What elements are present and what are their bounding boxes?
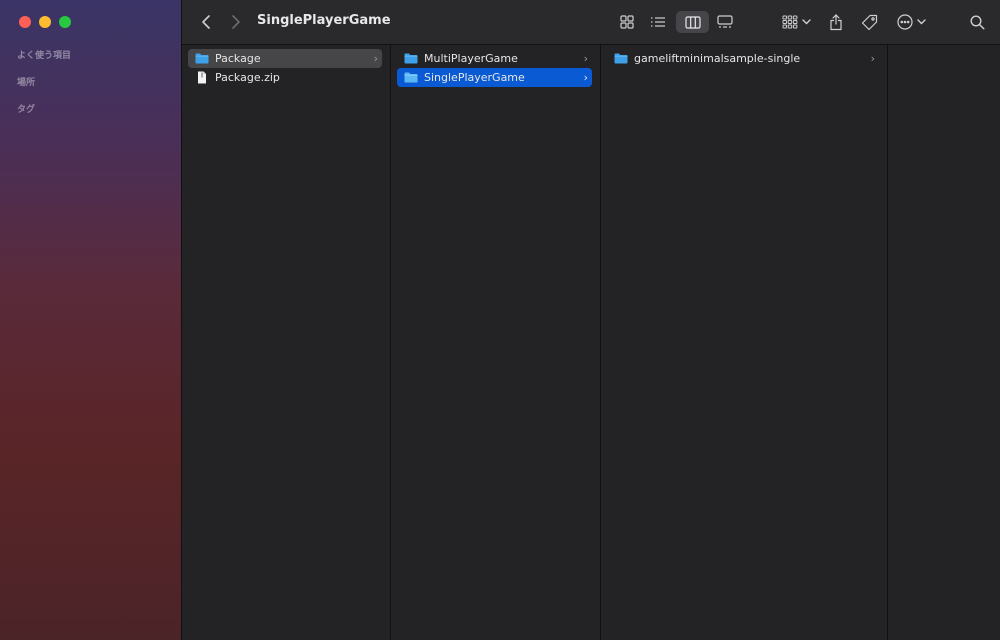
chevron-right-icon: ›	[373, 52, 378, 65]
chevron-right-icon	[232, 15, 240, 29]
column-4[interactable]	[888, 45, 1000, 640]
sidebar: よく使う項目 場所 タグ	[0, 0, 182, 640]
item-name: Package.zip	[215, 71, 280, 84]
chevron-right-icon: ›	[583, 52, 588, 65]
more-actions-button[interactable]	[894, 11, 928, 33]
gallery-view-button[interactable]	[714, 11, 736, 33]
item-name: SinglePlayerGame	[424, 71, 525, 84]
gallery-view-icon	[717, 15, 733, 28]
search-icon	[969, 14, 985, 30]
column-browser: Package › Package.zip MultiPlayerGame ›	[182, 45, 1000, 640]
sidebar-section-favorites[interactable]: よく使う項目	[17, 48, 71, 61]
forward-button[interactable]	[226, 11, 246, 33]
item-name: Package	[215, 52, 261, 65]
chevron-down-icon	[916, 19, 926, 25]
icon-view-icon	[620, 15, 634, 29]
item-name: MultiPlayerGame	[424, 52, 518, 65]
column-view-icon	[684, 15, 701, 29]
chevron-right-icon: ›	[583, 71, 588, 84]
column-view-button[interactable]	[676, 11, 709, 33]
chevron-down-icon	[801, 19, 811, 25]
window-title: SinglePlayerGame	[257, 13, 391, 28]
column-3[interactable]: gameliftminimalsample-single ›	[601, 45, 888, 640]
group-icon	[782, 15, 797, 29]
tag-icon	[861, 14, 877, 30]
tag-button[interactable]	[858, 11, 880, 33]
folder-icon	[195, 53, 209, 64]
column-1[interactable]: Package › Package.zip	[182, 45, 391, 640]
traffic-lights	[19, 16, 71, 28]
document-icon	[195, 71, 209, 84]
item-name: gameliftminimalsample-single	[634, 52, 801, 65]
share-icon	[830, 13, 842, 30]
toolbar: SinglePlayerGame	[182, 0, 1000, 45]
icon-view-button[interactable]	[616, 11, 638, 33]
list-item[interactable]: Package.zip	[188, 68, 382, 87]
search-button[interactable]	[966, 11, 988, 33]
share-button[interactable]	[826, 11, 846, 33]
ellipsis-circle-icon	[896, 14, 913, 30]
list-view-button[interactable]	[647, 11, 669, 33]
list-item[interactable]: SinglePlayerGame ›	[397, 68, 592, 87]
list-item[interactable]: Package ›	[188, 49, 382, 68]
back-button[interactable]	[196, 11, 216, 33]
column-2[interactable]: MultiPlayerGame › SinglePlayerGame ›	[391, 45, 601, 640]
folder-icon	[404, 53, 418, 64]
chevron-right-icon: ›	[870, 52, 875, 65]
minimize-window-button[interactable]	[39, 16, 51, 28]
list-view-icon	[651, 17, 665, 27]
group-by-button[interactable]	[780, 11, 812, 33]
finder-window: よく使う項目 場所 タグ SinglePlayerGame Package › …	[0, 0, 1000, 640]
zoom-window-button[interactable]	[59, 16, 71, 28]
sidebar-section-tags[interactable]: タグ	[17, 102, 35, 115]
folder-icon	[614, 53, 628, 64]
sidebar-section-locations[interactable]: 場所	[17, 75, 35, 88]
list-item[interactable]: gameliftminimalsample-single ›	[607, 49, 879, 68]
chevron-left-icon	[202, 15, 210, 29]
folder-icon	[404, 72, 418, 83]
close-window-button[interactable]	[19, 16, 31, 28]
list-item[interactable]: MultiPlayerGame ›	[397, 49, 592, 68]
